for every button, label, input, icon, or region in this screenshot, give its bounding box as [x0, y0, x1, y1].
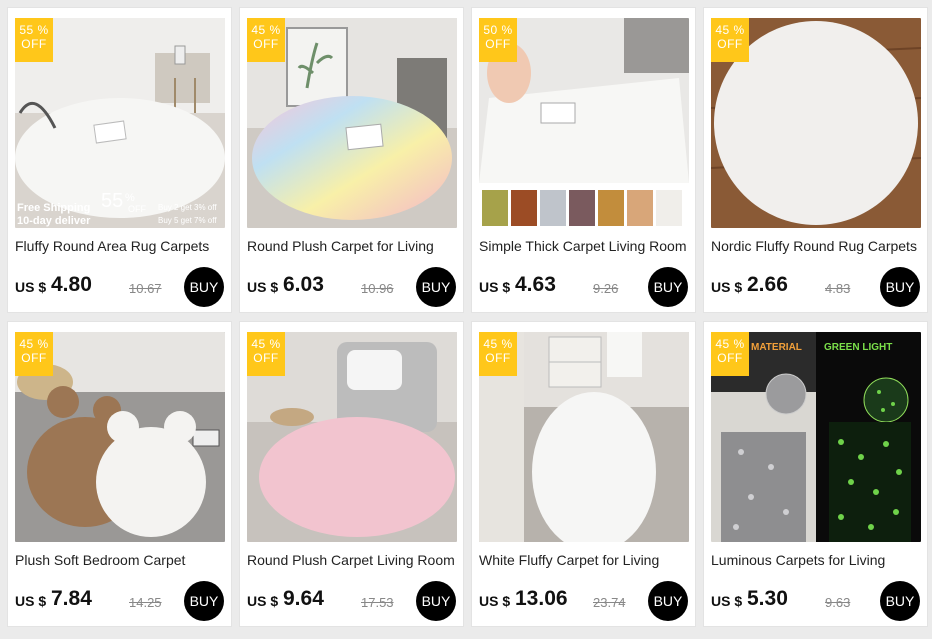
- product-title[interactable]: Round Plush Carpet for Living: [247, 238, 459, 254]
- discount-badge: 50 % OFF: [479, 18, 517, 62]
- product-price: 9.64: [283, 587, 324, 610]
- product-card[interactable]: Free Shipping 10-day deliver 55 % OFF Bu…: [7, 7, 232, 313]
- product-price: 4.80: [51, 273, 92, 296]
- currency-label: US $: [479, 593, 511, 609]
- product-card[interactable]: 45 % OFF Plush Soft Bedroom Carpet US $ 7…: [7, 321, 232, 627]
- original-price: 9.63: [825, 595, 851, 610]
- buy-button[interactable]: BUY: [184, 581, 224, 621]
- product-title[interactable]: Luminous Carpets for Living: [711, 552, 923, 568]
- original-price: 17.53: [361, 595, 394, 610]
- promo-off: OFF: [128, 204, 146, 214]
- product-title[interactable]: Simple Thick Carpet Living Room: [479, 238, 691, 254]
- buy-button[interactable]: BUY: [880, 581, 920, 621]
- image-text-left: MATERIAL: [751, 342, 802, 353]
- product-title[interactable]: Plush Soft Bedroom Carpet: [15, 552, 227, 568]
- product-card[interactable]: 45 % OFF Round Plush Carpet for Living US…: [239, 7, 464, 313]
- discount-badge: 45 % OFF: [711, 18, 749, 62]
- discount-badge: 45 % OFF: [711, 332, 749, 376]
- discount-badge: 55 % OFF: [15, 18, 53, 62]
- currency-label: US $: [15, 593, 47, 609]
- product-price: 7.84: [51, 587, 92, 610]
- original-price: 10.67: [129, 281, 162, 296]
- buy-button[interactable]: BUY: [416, 581, 456, 621]
- product-price: 4.63: [515, 273, 556, 296]
- currency-label: US $: [711, 593, 743, 609]
- currency-label: US $: [479, 279, 511, 295]
- product-card[interactable]: 45 % OFF Nordic Fluffy Round Rug Carpets …: [703, 7, 928, 313]
- product-title[interactable]: White Fluffy Carpet for Living: [479, 552, 691, 568]
- product-card[interactable]: 45 % OFF White Fluffy Carpet for Living U…: [471, 321, 696, 627]
- currency-label: US $: [15, 279, 47, 295]
- product-grid: Free Shipping 10-day deliver 55 % OFF Bu…: [0, 0, 932, 639]
- product-price: 6.03: [283, 273, 324, 296]
- promo-line-2: Buy 5 get 7% off: [158, 216, 217, 225]
- product-card[interactable]: 50 % OFF Simple Thick Carpet Living Room …: [471, 7, 696, 313]
- buy-button[interactable]: BUY: [416, 267, 456, 307]
- product-price: 2.66: [747, 273, 788, 296]
- discount-badge: 45 % OFF: [479, 332, 517, 376]
- currency-label: US $: [247, 279, 279, 295]
- product-title[interactable]: Fluffy Round Area Rug Carpets: [15, 238, 227, 254]
- product-card[interactable]: 45 % OFF Round Plush Carpet Living Room U…: [239, 321, 464, 627]
- original-price: 14.25: [129, 595, 162, 610]
- discount-badge: 45 % OFF: [247, 18, 285, 62]
- free-shipping-text: Free Shipping: [17, 202, 91, 214]
- delivery-text: 10-day deliver: [17, 215, 91, 227]
- promo-banner: Free Shipping 10-day deliver 55 % OFF Bu…: [15, 178, 225, 228]
- buy-button[interactable]: BUY: [648, 581, 688, 621]
- currency-label: US $: [711, 279, 743, 295]
- product-title[interactable]: Nordic Fluffy Round Rug Carpets: [711, 238, 923, 254]
- product-title[interactable]: Round Plush Carpet Living Room: [247, 552, 459, 568]
- buy-button[interactable]: BUY: [184, 267, 224, 307]
- original-price: 10.96: [361, 281, 394, 296]
- currency-label: US $: [247, 593, 279, 609]
- image-text-right: GREEN LIGHT: [824, 342, 893, 353]
- promo-percent-suffix: %: [125, 192, 135, 204]
- promo-line-1: Buy 2 get 3% off: [158, 203, 217, 212]
- discount-badge: 45 % OFF: [15, 332, 53, 376]
- promo-percent: 55: [101, 190, 124, 212]
- original-price: 23.74: [593, 595, 626, 610]
- buy-button[interactable]: BUY: [648, 267, 688, 307]
- product-card[interactable]: MATERIAL GREEN LIGHT 45 % OFF Luminous Ca…: [703, 321, 928, 627]
- product-price: 13.06: [515, 587, 568, 610]
- discount-badge: 45 % OFF: [247, 332, 285, 376]
- original-price: 4.83: [825, 281, 851, 296]
- product-price: 5.30: [747, 587, 788, 610]
- original-price: 9.26: [593, 281, 619, 296]
- buy-button[interactable]: BUY: [880, 267, 920, 307]
